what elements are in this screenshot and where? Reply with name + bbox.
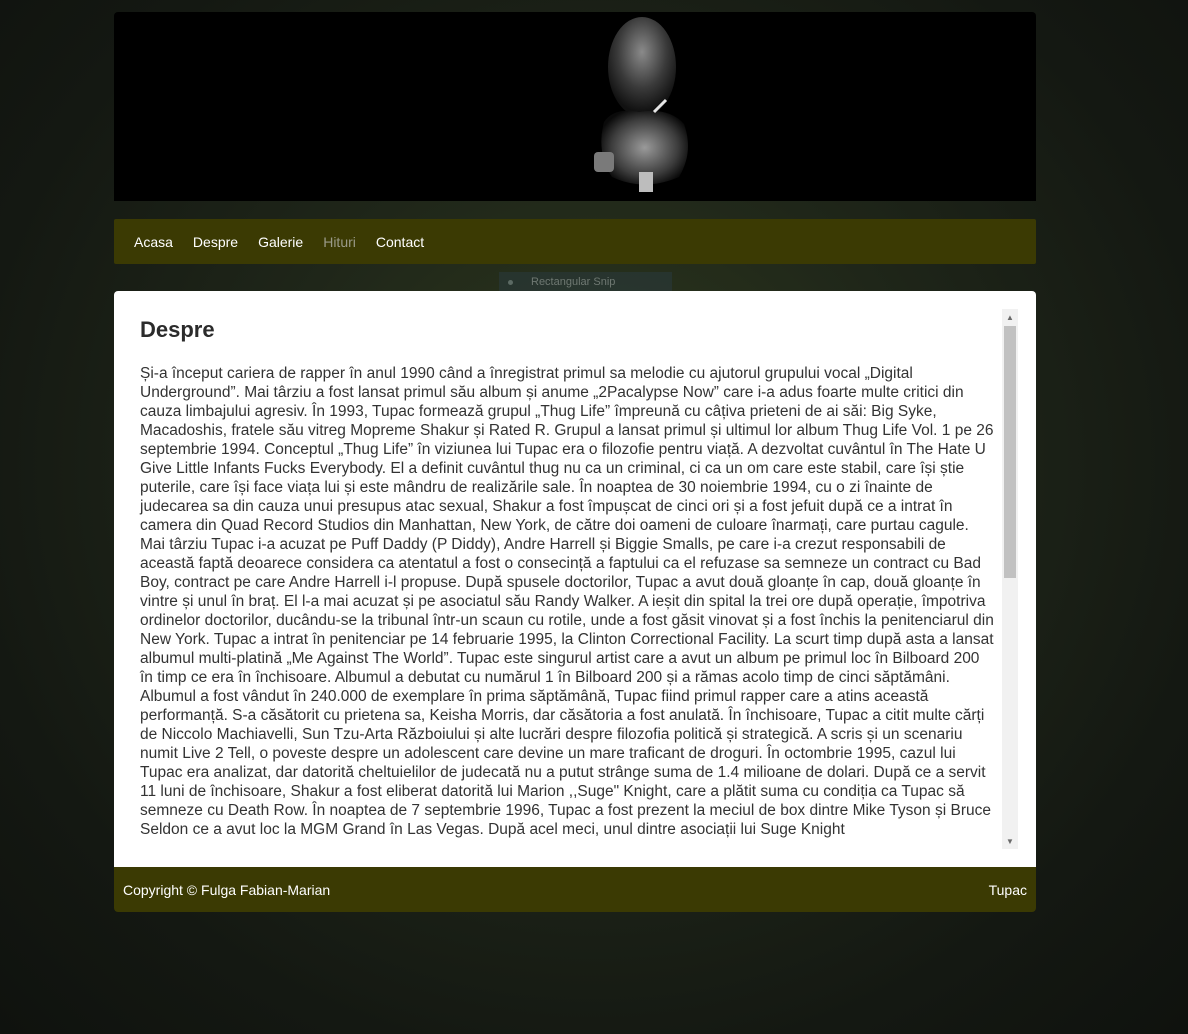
copyright-text: Copyright © Fulga Fabian-Marian (123, 882, 331, 898)
vertical-scrollbar[interactable]: ▲ ▼ (1002, 309, 1018, 849)
snip-dot-icon (508, 279, 513, 285)
scroll-up-arrow-icon[interactable]: ▲ (1002, 309, 1018, 325)
page-title: Despre (140, 317, 215, 342)
scroll-thumb[interactable] (1004, 326, 1016, 578)
tupac-portrait-image (594, 17, 688, 192)
nav-item-despre[interactable]: Despre (193, 234, 238, 250)
scroll-down-arrow-icon[interactable]: ▼ (1002, 833, 1018, 849)
article-body: Și-a început cariera de rapper în anul 1… (140, 365, 994, 838)
footer-brand: Tupac (988, 882, 1027, 898)
nav-item-hituri[interactable]: Hituri (323, 234, 356, 250)
content-panel: Despre Și-a început cariera de rapper în… (114, 291, 1036, 867)
rectangular-snip-overlay: Rectangular Snip (499, 272, 672, 292)
nav-item-galerie[interactable]: Galerie (258, 234, 303, 250)
nav-item-acasa[interactable]: Acasa (134, 234, 173, 250)
nav-item-contact[interactable]: Contact (376, 234, 424, 250)
snip-label: Rectangular Snip (531, 276, 616, 288)
header-banner (114, 12, 1036, 201)
main-navigation: Acasa Despre Galerie Hituri Contact (114, 219, 1036, 264)
footer: Copyright © Fulga Fabian-Marian Tupac (114, 867, 1036, 912)
